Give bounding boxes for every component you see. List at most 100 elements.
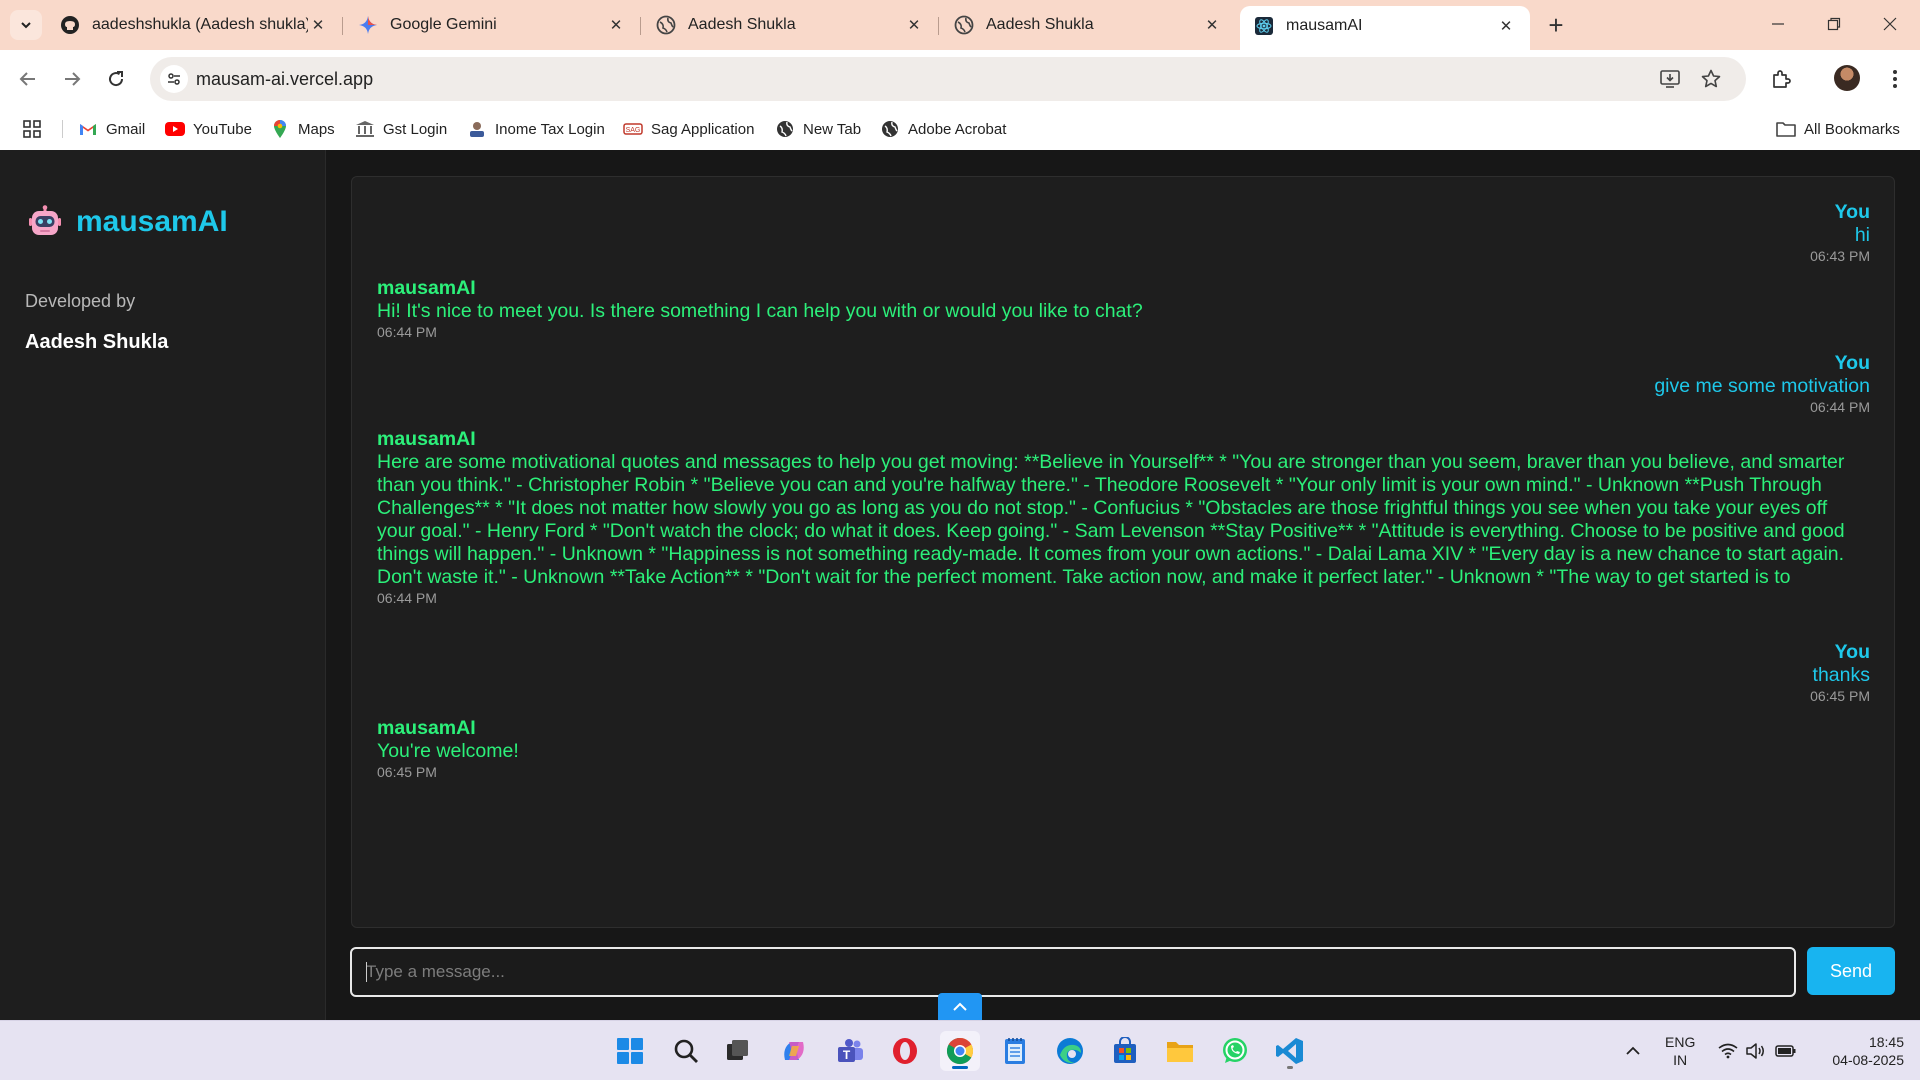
bookmark-adobe-acrobat[interactable]: Adobe Acrobat	[880, 118, 1006, 140]
minimize-button[interactable]	[1750, 0, 1806, 48]
close-icon[interactable]: ✕	[606, 15, 626, 35]
message-user: You hi 06:43 PM	[1810, 201, 1870, 265]
tab-aadesh-1[interactable]: Aadesh Shukla ✕	[642, 8, 939, 42]
url-text[interactable]: mausam-ai.vercel.app	[196, 69, 373, 90]
tab-title: Google Gemini	[390, 16, 497, 33]
message-time: 06:44 PM	[377, 590, 437, 606]
close-icon[interactable]: ✕	[904, 15, 924, 35]
message-input[interactable]	[352, 949, 1794, 995]
system-clock[interactable]: 18:45 04-08-2025	[1812, 1033, 1904, 1069]
message-text: Here are some motivational quotes and me…	[377, 451, 1845, 588]
message-user: You thanks 06:45 PM	[1810, 641, 1870, 705]
message-time: 06:44 PM	[1810, 399, 1870, 415]
close-icon	[1883, 17, 1897, 31]
install-app-icon[interactable]	[1658, 67, 1682, 91]
kebab-menu-icon[interactable]	[1880, 64, 1910, 94]
store-app[interactable]	[1105, 1031, 1145, 1071]
close-window-button[interactable]	[1862, 0, 1918, 48]
reload-button[interactable]	[100, 63, 132, 95]
tab-title: Aadesh Shukla	[986, 16, 1094, 33]
chrome-app[interactable]	[940, 1031, 980, 1071]
edge-app[interactable]	[1050, 1031, 1090, 1071]
show-hidden-icons[interactable]	[1620, 1021, 1646, 1080]
copilot-app[interactable]	[774, 1031, 814, 1071]
tab-search-button[interactable]	[10, 10, 42, 40]
task-view[interactable]	[718, 1031, 758, 1071]
address-bar[interactable]: mausam-ai.vercel.app	[150, 57, 1746, 101]
bookmark-label: Gmail	[106, 120, 146, 138]
message-time: 06:43 PM	[1810, 248, 1870, 264]
bookmark-label: New Tab	[803, 120, 862, 138]
opera-app[interactable]	[885, 1031, 925, 1071]
windows-taskbar: T ENG IN 18:45 04-08-2025	[0, 1020, 1920, 1080]
chat-window[interactable]: You hi 06:43 PM mausamAI Hi! It's nice t…	[351, 176, 1895, 928]
message-time: 06:45 PM	[377, 764, 437, 780]
site-info-icon[interactable]	[160, 65, 188, 93]
language-indicator[interactable]: ENG IN	[1665, 1033, 1695, 1069]
bookmark-new-tab[interactable]: New Tab	[775, 118, 861, 140]
mausamai-app: mausamAI Developed by Aadesh Shukla You …	[0, 150, 1920, 1020]
apps-grid-icon[interactable]	[22, 118, 42, 140]
bookmarks-divider	[62, 120, 63, 138]
tab-github[interactable]: aadeshshukla (Aadesh shukla) ✕	[46, 8, 343, 42]
restore-icon	[1827, 17, 1841, 31]
bookmark-youtube[interactable]: YouTube	[165, 118, 252, 140]
tab-separator	[640, 17, 641, 35]
globe-icon	[880, 119, 900, 139]
close-icon[interactable]: ✕	[308, 15, 328, 35]
teams-app[interactable]: T	[830, 1031, 870, 1071]
teams-icon: T	[838, 1039, 863, 1062]
scroll-up-button[interactable]	[938, 993, 982, 1020]
chevron-up-icon	[953, 1002, 967, 1011]
clock-time: 18:45	[1868, 1034, 1904, 1050]
task-view-icon	[727, 1040, 748, 1060]
extensions-icon[interactable]	[1766, 64, 1796, 94]
folder-icon	[1167, 1042, 1193, 1062]
sender-name: mausamAI	[377, 428, 476, 450]
close-icon[interactable]: ✕	[1202, 15, 1222, 35]
notepad-app[interactable]	[995, 1031, 1035, 1071]
bookmark-label: YouTube	[193, 120, 252, 138]
text-caret	[366, 962, 367, 982]
vscode-icon	[1276, 1038, 1303, 1064]
tab-gemini[interactable]: Google Gemini ✕	[344, 8, 641, 42]
bookmark-label: Maps	[298, 120, 335, 138]
tab-mausamai[interactable]: mausamAI ✕	[1240, 6, 1530, 50]
wifi-icon[interactable]	[1714, 1021, 1742, 1080]
developer-name: Aadesh Shukla	[25, 331, 169, 353]
bookmark-maps[interactable]: Maps	[270, 118, 335, 140]
back-button[interactable]	[12, 63, 44, 95]
sender-name: You	[1834, 641, 1870, 663]
profile-avatar[interactable]	[1834, 65, 1860, 91]
bookmarks-bar: Gmail YouTube Maps Gst Login Inome Tax L…	[0, 108, 1920, 150]
bookmark-star-icon[interactable]	[1699, 67, 1723, 91]
svg-text:SAG: SAG	[626, 127, 641, 134]
start-button[interactable]	[610, 1031, 650, 1071]
message-bot: mausamAI You're welcome! 06:45 PM	[377, 717, 1870, 781]
maximize-button[interactable]	[1806, 0, 1862, 48]
bookmark-sag-application[interactable]: SAG Sag Application	[623, 118, 754, 140]
close-icon[interactable]: ✕	[1496, 16, 1516, 36]
bookmark-label: Sag Application	[651, 120, 755, 138]
file-explorer-app[interactable]	[1160, 1031, 1200, 1071]
browser-toolbar: mausam-ai.vercel.app	[0, 50, 1920, 108]
volume-icon[interactable]	[1742, 1021, 1770, 1080]
all-bookmarks[interactable]: All Bookmarks	[1776, 118, 1900, 140]
notepad-icon	[1005, 1038, 1025, 1064]
bookmark-gmail[interactable]: Gmail	[78, 118, 145, 140]
forward-button[interactable]	[56, 63, 88, 95]
send-button[interactable]: Send	[1807, 947, 1895, 995]
whatsapp-app[interactable]	[1215, 1031, 1255, 1071]
new-tab-button[interactable]: +	[1540, 10, 1572, 40]
vscode-app[interactable]	[1270, 1031, 1310, 1071]
battery-icon[interactable]	[1772, 1021, 1800, 1080]
tab-title: mausamAI	[1286, 17, 1363, 34]
bookmark-income-tax[interactable]: Inome Tax Login	[467, 118, 605, 140]
sender-name: mausamAI	[377, 717, 476, 739]
sender-name: mausamAI	[377, 277, 476, 299]
sidebar: mausamAI Developed by Aadesh Shukla	[0, 150, 326, 1020]
tab-aadesh-2[interactable]: Aadesh Shukla ✕	[940, 8, 1236, 42]
taskbar-search[interactable]	[666, 1031, 706, 1071]
message-input-wrapper[interactable]	[350, 947, 1796, 997]
bookmark-gst-login[interactable]: Gst Login	[355, 118, 447, 140]
